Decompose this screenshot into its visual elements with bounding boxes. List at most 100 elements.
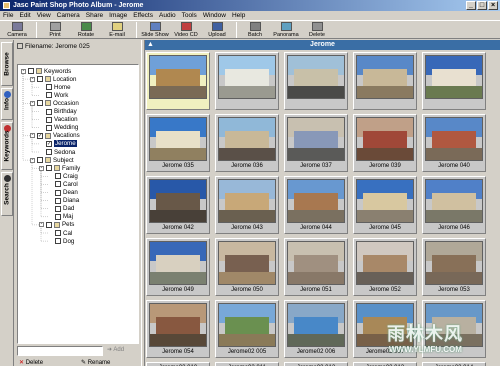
keyword-dad[interactable]: Dad	[48, 205, 74, 213]
photo-thumbnail[interactable]	[215, 52, 279, 110]
photo-thumbnail[interactable]: Jerome 044	[284, 176, 348, 234]
keyword-checkbox[interactable]: ✓	[37, 132, 43, 139]
close-button[interactable]: ×	[488, 1, 498, 10]
collapse-toggle[interactable]: -	[30, 100, 35, 106]
photo-thumbnail[interactable]: Jerome 054	[146, 300, 210, 358]
keyword-vacation[interactable]: Vacation	[39, 116, 78, 124]
photo-thumbnail[interactable]: Jerome02 005	[215, 300, 279, 358]
collapse-toggle[interactable]: -	[30, 133, 35, 139]
keyword-checkbox[interactable]	[55, 197, 61, 204]
keyword-checkbox[interactable]	[55, 189, 61, 196]
delete-keyword-button[interactable]: ✕ Delete	[19, 359, 43, 366]
photo-thumbnail[interactable]: Jerome02 013	[353, 362, 417, 366]
keyword-keywords[interactable]: - Keywords	[21, 67, 71, 75]
upload-button[interactable]: Upload	[202, 21, 232, 38]
collapse-toggle[interactable]: -	[39, 222, 44, 228]
photo-thumbnail[interactable]: Jerome 052	[353, 238, 417, 296]
batch-button[interactable]: Batch	[240, 21, 270, 38]
keyword-checkbox[interactable]	[46, 124, 52, 131]
photo-thumbnail[interactable]	[284, 52, 348, 110]
keyword-work[interactable]: Work	[39, 91, 68, 99]
keyword-checkbox[interactable]	[37, 157, 43, 164]
photo-thumbnail[interactable]: Jerome02 014	[422, 362, 486, 366]
rotate-button[interactable]: Rotate	[71, 21, 101, 38]
keyword-carol[interactable]: Carol	[48, 180, 78, 188]
keyword-checkbox[interactable]	[55, 181, 61, 188]
keyword-sedona[interactable]: Sedona	[39, 148, 75, 156]
slide-show-button[interactable]: Slide Show	[140, 21, 170, 38]
collapse-toggle[interactable]: -	[21, 68, 26, 74]
photo-thumbnail[interactable]: Jerome 036	[215, 114, 279, 172]
menu-tools[interactable]: Tools	[182, 12, 197, 19]
keyword-occasion[interactable]: - Occasion	[30, 99, 79, 107]
photo-thumbnail[interactable]: Jerome 046	[422, 176, 486, 234]
keyword-cal[interactable]: Cal	[48, 229, 72, 237]
tab-keywords[interactable]: Keywords	[1, 122, 13, 170]
photo-thumbnail[interactable]: Jerome 037	[284, 114, 348, 172]
tab-browse[interactable]: Browse	[1, 42, 13, 86]
rename-keyword-button[interactable]: ✎ Rename	[81, 359, 110, 366]
keyword-checkbox[interactable]	[46, 221, 52, 228]
keyword-checkbox[interactable]: ✓	[46, 140, 52, 147]
keyword-family[interactable]: - Family	[39, 164, 80, 172]
keyword-pets[interactable]: - Pets	[39, 221, 74, 229]
minimize-button[interactable]: _	[466, 1, 476, 10]
photo-thumbnail[interactable]: Jerome 049	[146, 238, 210, 296]
keyword-dog[interactable]: Dog	[48, 237, 74, 245]
photo-thumbnail[interactable]: Jerome 053	[422, 238, 486, 296]
panorama-button[interactable]: Panorama	[271, 21, 301, 38]
add-keyword-button[interactable]: ➜ Add	[107, 346, 124, 353]
keyword-home[interactable]: Home	[39, 83, 71, 91]
keyword-checkbox[interactable]	[46, 116, 52, 123]
tab-info[interactable]: Info	[1, 88, 13, 120]
keyword-dean[interactable]: Dean	[48, 189, 78, 197]
photo-thumbnail[interactable]: Jerome 050	[215, 238, 279, 296]
menu-window[interactable]: Window	[203, 12, 226, 19]
keyword-tree[interactable]: - Keywords - Location Home Work - Occasion Birth…	[17, 64, 139, 344]
menu-view[interactable]: View	[37, 12, 51, 19]
keyword-checkbox[interactable]	[46, 84, 52, 91]
photo-thumbnail[interactable]: Jerome 045	[353, 176, 417, 234]
keyword-checkbox[interactable]	[46, 165, 52, 172]
keyword-checkbox[interactable]	[37, 76, 43, 83]
keyword-jerome[interactable]: ✓ Jerome	[39, 140, 77, 148]
print-button[interactable]: Print	[40, 21, 70, 38]
photo-thumbnail[interactable]	[422, 52, 486, 110]
keyword-checkbox[interactable]	[55, 173, 61, 180]
video-cd-button[interactable]: Video CD	[171, 21, 201, 38]
e-mail-button[interactable]: E-mail	[102, 21, 132, 38]
keyword-checkbox[interactable]	[55, 238, 61, 245]
menu-share[interactable]: Share	[86, 12, 103, 19]
photo-thumbnail[interactable]: Jerome 035	[146, 114, 210, 172]
keyword-birthday[interactable]: Birthday	[39, 108, 77, 116]
photo-thumbnail[interactable]: Jerome 040	[422, 114, 486, 172]
photo-thumbnail[interactable]: Jerome 051	[284, 238, 348, 296]
keyword-subject[interactable]: - Subject	[30, 156, 74, 164]
maximize-button[interactable]: □	[477, 1, 487, 10]
photo-thumbnail[interactable]: Jerome02 006	[284, 300, 348, 358]
keyword-checkbox[interactable]	[37, 100, 43, 107]
keyword-checkbox[interactable]	[28, 68, 34, 74]
delete-button[interactable]: Delete	[302, 21, 332, 38]
keyword-checkbox[interactable]	[46, 92, 52, 99]
keyword-checkbox[interactable]	[55, 205, 61, 212]
keyword-maj[interactable]: Maj	[48, 213, 73, 221]
menu-file[interactable]: File	[3, 12, 13, 19]
photo-thumbnail[interactable]	[353, 52, 417, 110]
keyword-location[interactable]: - Location	[30, 75, 76, 83]
keyword-checkbox[interactable]	[46, 149, 52, 155]
menu-audio[interactable]: Audio	[159, 12, 176, 19]
photo-thumbnail[interactable]: Jerome02 011	[215, 362, 279, 366]
keyword-vacations[interactable]: - ✓ Vacations	[30, 132, 80, 140]
camera-button[interactable]: Camera	[2, 21, 32, 38]
photo-thumbnail[interactable]: Jerome 043	[215, 176, 279, 234]
collapse-toggle[interactable]: -	[30, 76, 35, 82]
keyword-checkbox[interactable]	[55, 213, 61, 220]
keyword-craig[interactable]: Craig	[48, 172, 78, 180]
menu-edit[interactable]: Edit	[19, 12, 30, 19]
collapse-toggle[interactable]: -	[39, 165, 44, 171]
keyword-checkbox[interactable]	[55, 230, 61, 236]
photo-thumbnail[interactable]: Jerome 042	[146, 176, 210, 234]
collapse-toggle[interactable]: -	[30, 157, 35, 163]
tab-search[interactable]: Search	[1, 172, 13, 216]
